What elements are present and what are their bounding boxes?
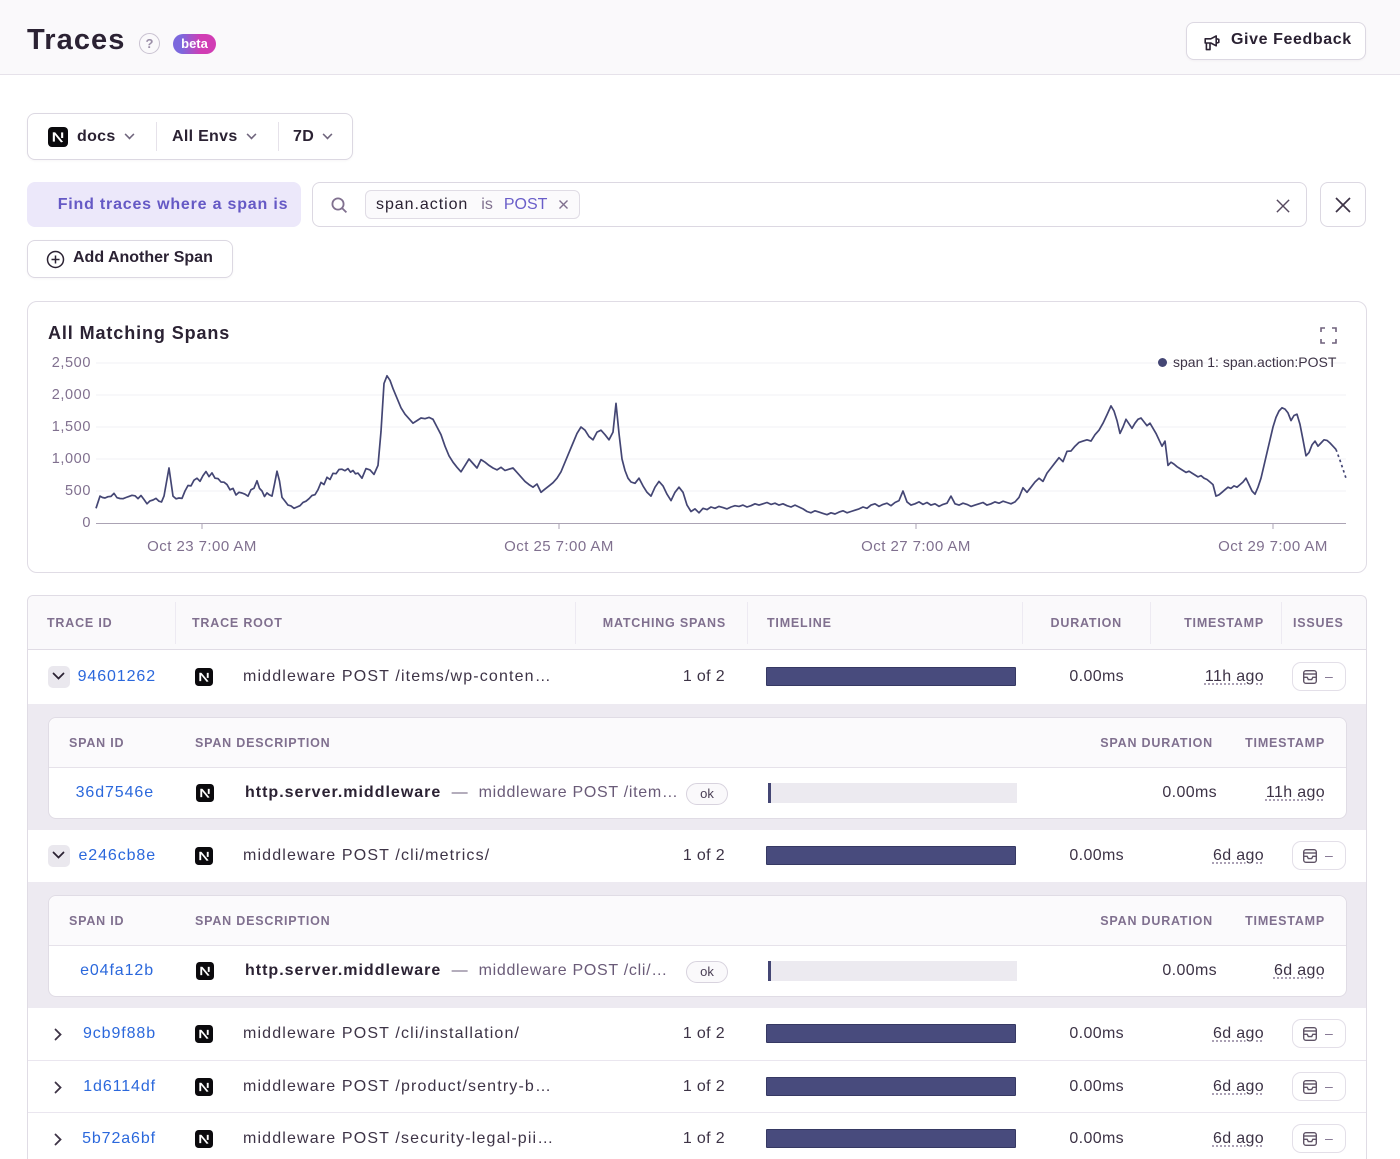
svg-text:Oct 27 7:00 AM: Oct 27 7:00 AM xyxy=(861,538,971,555)
svg-text:1,500: 1,500 xyxy=(52,419,91,435)
svg-text:Oct 23 7:00 AM: Oct 23 7:00 AM xyxy=(147,538,257,555)
svg-text:1,000: 1,000 xyxy=(52,451,91,467)
svg-text:2,000: 2,000 xyxy=(52,387,91,403)
svg-text:0: 0 xyxy=(82,515,91,531)
svg-text:500: 500 xyxy=(65,483,91,499)
svg-text:Oct 29 7:00 AM: Oct 29 7:00 AM xyxy=(1218,538,1328,555)
svg-text:2,500: 2,500 xyxy=(52,355,91,371)
svg-text:Oct 25 7:00 AM: Oct 25 7:00 AM xyxy=(504,538,614,555)
